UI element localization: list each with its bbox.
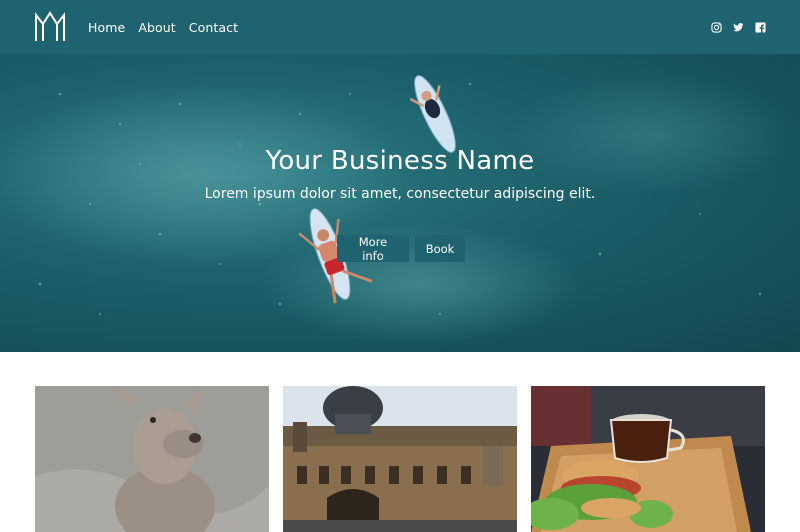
card-food[interactable] [531, 386, 765, 532]
book-button[interactable]: Book [415, 235, 465, 262]
instagram-icon[interactable] [711, 21, 722, 33]
more-info-button[interactable]: More info [337, 235, 409, 263]
card-kangaroo[interactable] [35, 386, 269, 532]
hero-buttons: More info Book [337, 235, 465, 263]
ocean-surfers-photo [0, 74, 790, 344]
social-links [711, 0, 766, 54]
sandwich-coffee-photo [531, 386, 765, 532]
m-logo-icon[interactable] [33, 10, 67, 44]
main-nav: Home About Contact [88, 0, 238, 54]
feature-cards [35, 386, 765, 532]
nav-link-about[interactable]: About [138, 20, 175, 35]
hero-title: Your Business Name [265, 146, 535, 176]
hero-subtitle: Lorem ipsum dolor sit amet, consectetur … [204, 186, 596, 202]
station-building-photo [283, 386, 517, 532]
kangaroo-photo [35, 386, 269, 532]
nav-link-home[interactable]: Home [88, 20, 125, 35]
hero-banner: Your Business Name Lorem ipsum dolor sit… [0, 54, 800, 352]
navbar: Home About Contact [0, 0, 800, 54]
card-station[interactable] [283, 386, 517, 532]
twitter-icon[interactable] [733, 22, 744, 33]
nav-link-contact[interactable]: Contact [189, 20, 238, 35]
facebook-icon[interactable] [755, 21, 766, 33]
